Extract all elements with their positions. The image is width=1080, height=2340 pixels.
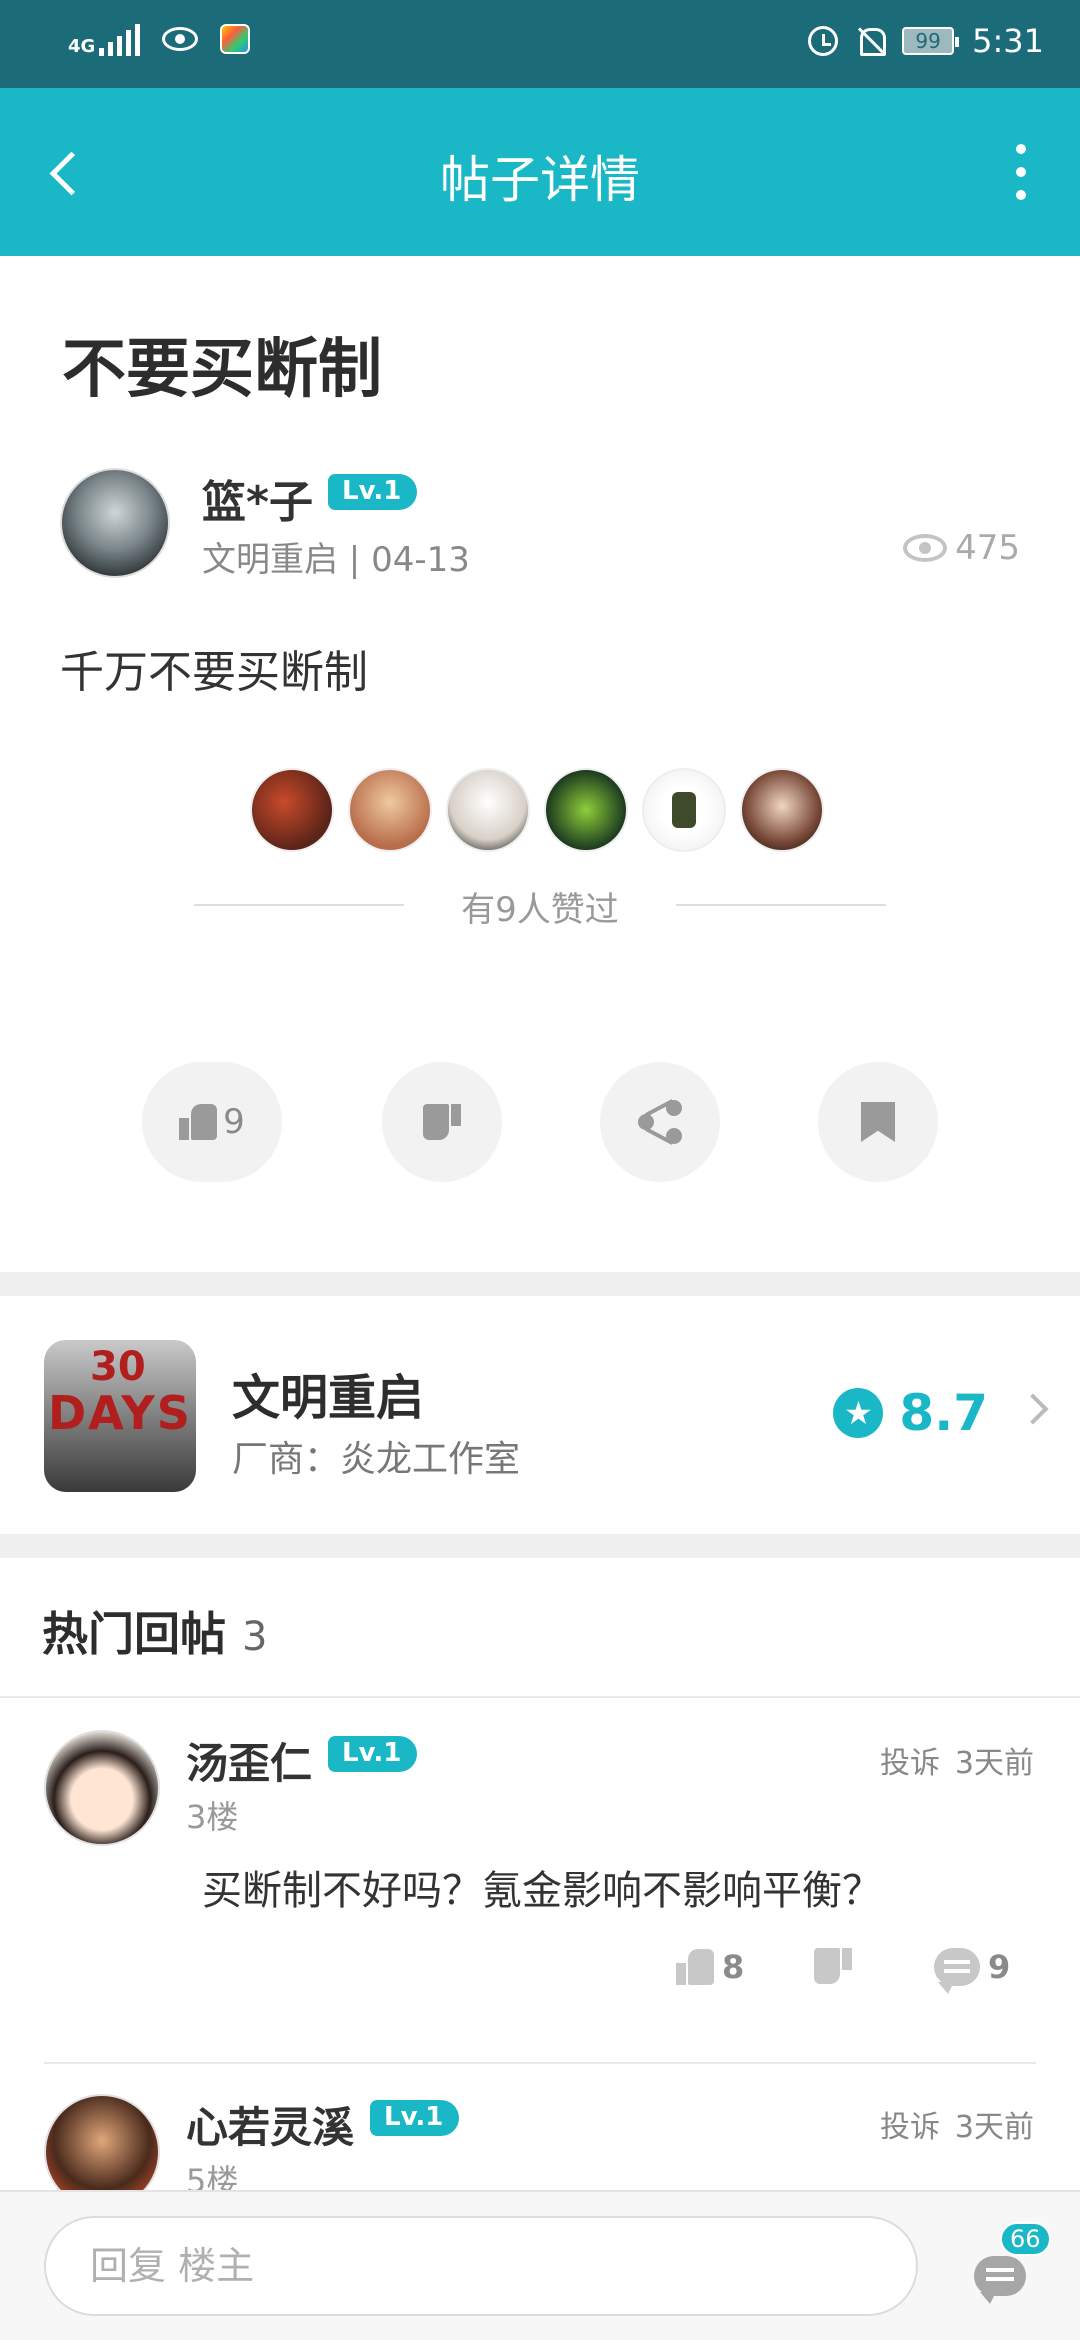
likers-summary[interactable]: 有9人赞过 (0, 882, 1080, 931)
liker-avatar[interactable] (446, 768, 530, 852)
star-icon: ★ (833, 1388, 884, 1438)
hot-replies-count: 3 (242, 1614, 268, 1660)
hot-replies-title: 热门回帖 (42, 1607, 226, 1661)
reply-bar: 回复 楼主 66 (0, 2190, 1080, 2340)
reply-like-count: 8 (722, 1948, 745, 1986)
reply-like-button[interactable]: 8 (676, 1948, 744, 1986)
report-link[interactable]: 投诉 (880, 1738, 940, 1782)
author-avatar[interactable] (60, 468, 170, 578)
share-button[interactable] (600, 1062, 720, 1182)
eye-icon (903, 534, 948, 562)
app-bar: 帖子详情 (0, 88, 1080, 256)
game-name: 文明重启 (232, 1370, 425, 1426)
battery-icon: 99 (902, 27, 960, 55)
divider-line (44, 2062, 1036, 2064)
reply-avatar[interactable] (44, 1730, 160, 1846)
section-divider (0, 1534, 1080, 1558)
status-bar: 4G 99 5:31 (0, 0, 1080, 88)
game-icon-number: 30 (90, 1344, 146, 1390)
chevron-right-icon (1017, 1393, 1049, 1425)
thumbs-down-icon (814, 1948, 852, 1984)
view-count-value: 475 (955, 528, 1020, 568)
reply-author-name[interactable]: 心若灵溪 (186, 2094, 354, 2155)
status-left: 4G (68, 22, 251, 57)
game-card[interactable]: 30 DAYS 文明重启 厂商：炎龙工作室 ★ 8.7 (0, 1296, 1080, 1534)
network-type: 4G (68, 36, 96, 57)
game-rating: ★ 8.7 (833, 1384, 988, 1442)
post-title: 不要买断制 (62, 333, 382, 407)
comment-count-badge: 66 (1000, 2222, 1051, 2256)
liker-avatar[interactable] (642, 768, 726, 852)
alarm-icon (808, 26, 839, 56)
section-divider (0, 1272, 1080, 1296)
reply-level-badge: Lv.1 (328, 1736, 418, 1772)
signal-icon: 4G (68, 22, 141, 57)
status-right: 99 5:31 (808, 22, 1044, 60)
liker-avatar[interactable] (544, 768, 628, 852)
view-count: 475 (903, 528, 1020, 568)
reply-author-name[interactable]: 汤歪仁 (186, 1730, 312, 1791)
liker-avatars (250, 768, 824, 852)
reply-comment-button[interactable]: 9 (934, 1948, 1011, 1994)
reply-floor: 3楼 (186, 1798, 239, 1836)
game-developer: 厂商：炎龙工作室 (232, 1439, 521, 1480)
comments-button[interactable]: 66 (970, 2222, 1051, 2304)
divider-line (0, 1696, 1080, 1698)
hot-replies-header: 热门回帖 3 (42, 1598, 267, 1664)
reply-body: 买断制不好吗？氪金影响不影响平衡？ (202, 1868, 882, 1914)
post-meta: 文明重启 | 04-13 (202, 540, 470, 580)
reply-dislike-button[interactable] (814, 1948, 852, 1984)
thumbs-up-icon (676, 1949, 714, 1985)
page-title: 帖子详情 (440, 151, 640, 209)
more-options-icon[interactable] (1006, 144, 1036, 200)
bookmark-icon (861, 1102, 895, 1142)
game-icon: 30 DAYS (44, 1340, 196, 1492)
comment-icon (934, 1948, 980, 1994)
liker-avatar[interactable] (348, 768, 432, 852)
reply-time: 3天前 (954, 1746, 1034, 1781)
post-body: 千万不要买断制 (60, 647, 368, 698)
share-icon (638, 1099, 682, 1145)
liker-avatar[interactable] (740, 768, 824, 852)
reply-time: 3天前 (954, 2110, 1034, 2145)
dislike-button[interactable] (382, 1062, 502, 1182)
comment-bubble-icon (974, 2256, 1026, 2304)
bookmark-button[interactable] (818, 1062, 938, 1182)
clock: 5:31 (972, 22, 1044, 60)
reply-level-badge: Lv.1 (370, 2100, 460, 2136)
rating-value: 8.7 (899, 1384, 988, 1442)
author-name[interactable]: 篮*子 (202, 466, 313, 530)
game-icon-title: DAYS (48, 1386, 192, 1440)
report-link[interactable]: 投诉 (880, 2102, 940, 2146)
reply-input[interactable]: 回复 楼主 (44, 2216, 918, 2316)
mute-bell-icon (856, 26, 887, 56)
thumbs-up-icon (179, 1104, 218, 1140)
app-notification-icon (220, 24, 251, 54)
liker-avatar[interactable] (250, 768, 334, 852)
like-count: 9 (223, 1102, 245, 1142)
reply-comment-count: 9 (988, 1948, 1011, 1986)
like-button[interactable]: 9 (142, 1062, 282, 1182)
eye-comfort-icon (162, 27, 199, 51)
author-level-badge: Lv.1 (328, 474, 418, 510)
thumbs-down-icon (423, 1104, 461, 1140)
